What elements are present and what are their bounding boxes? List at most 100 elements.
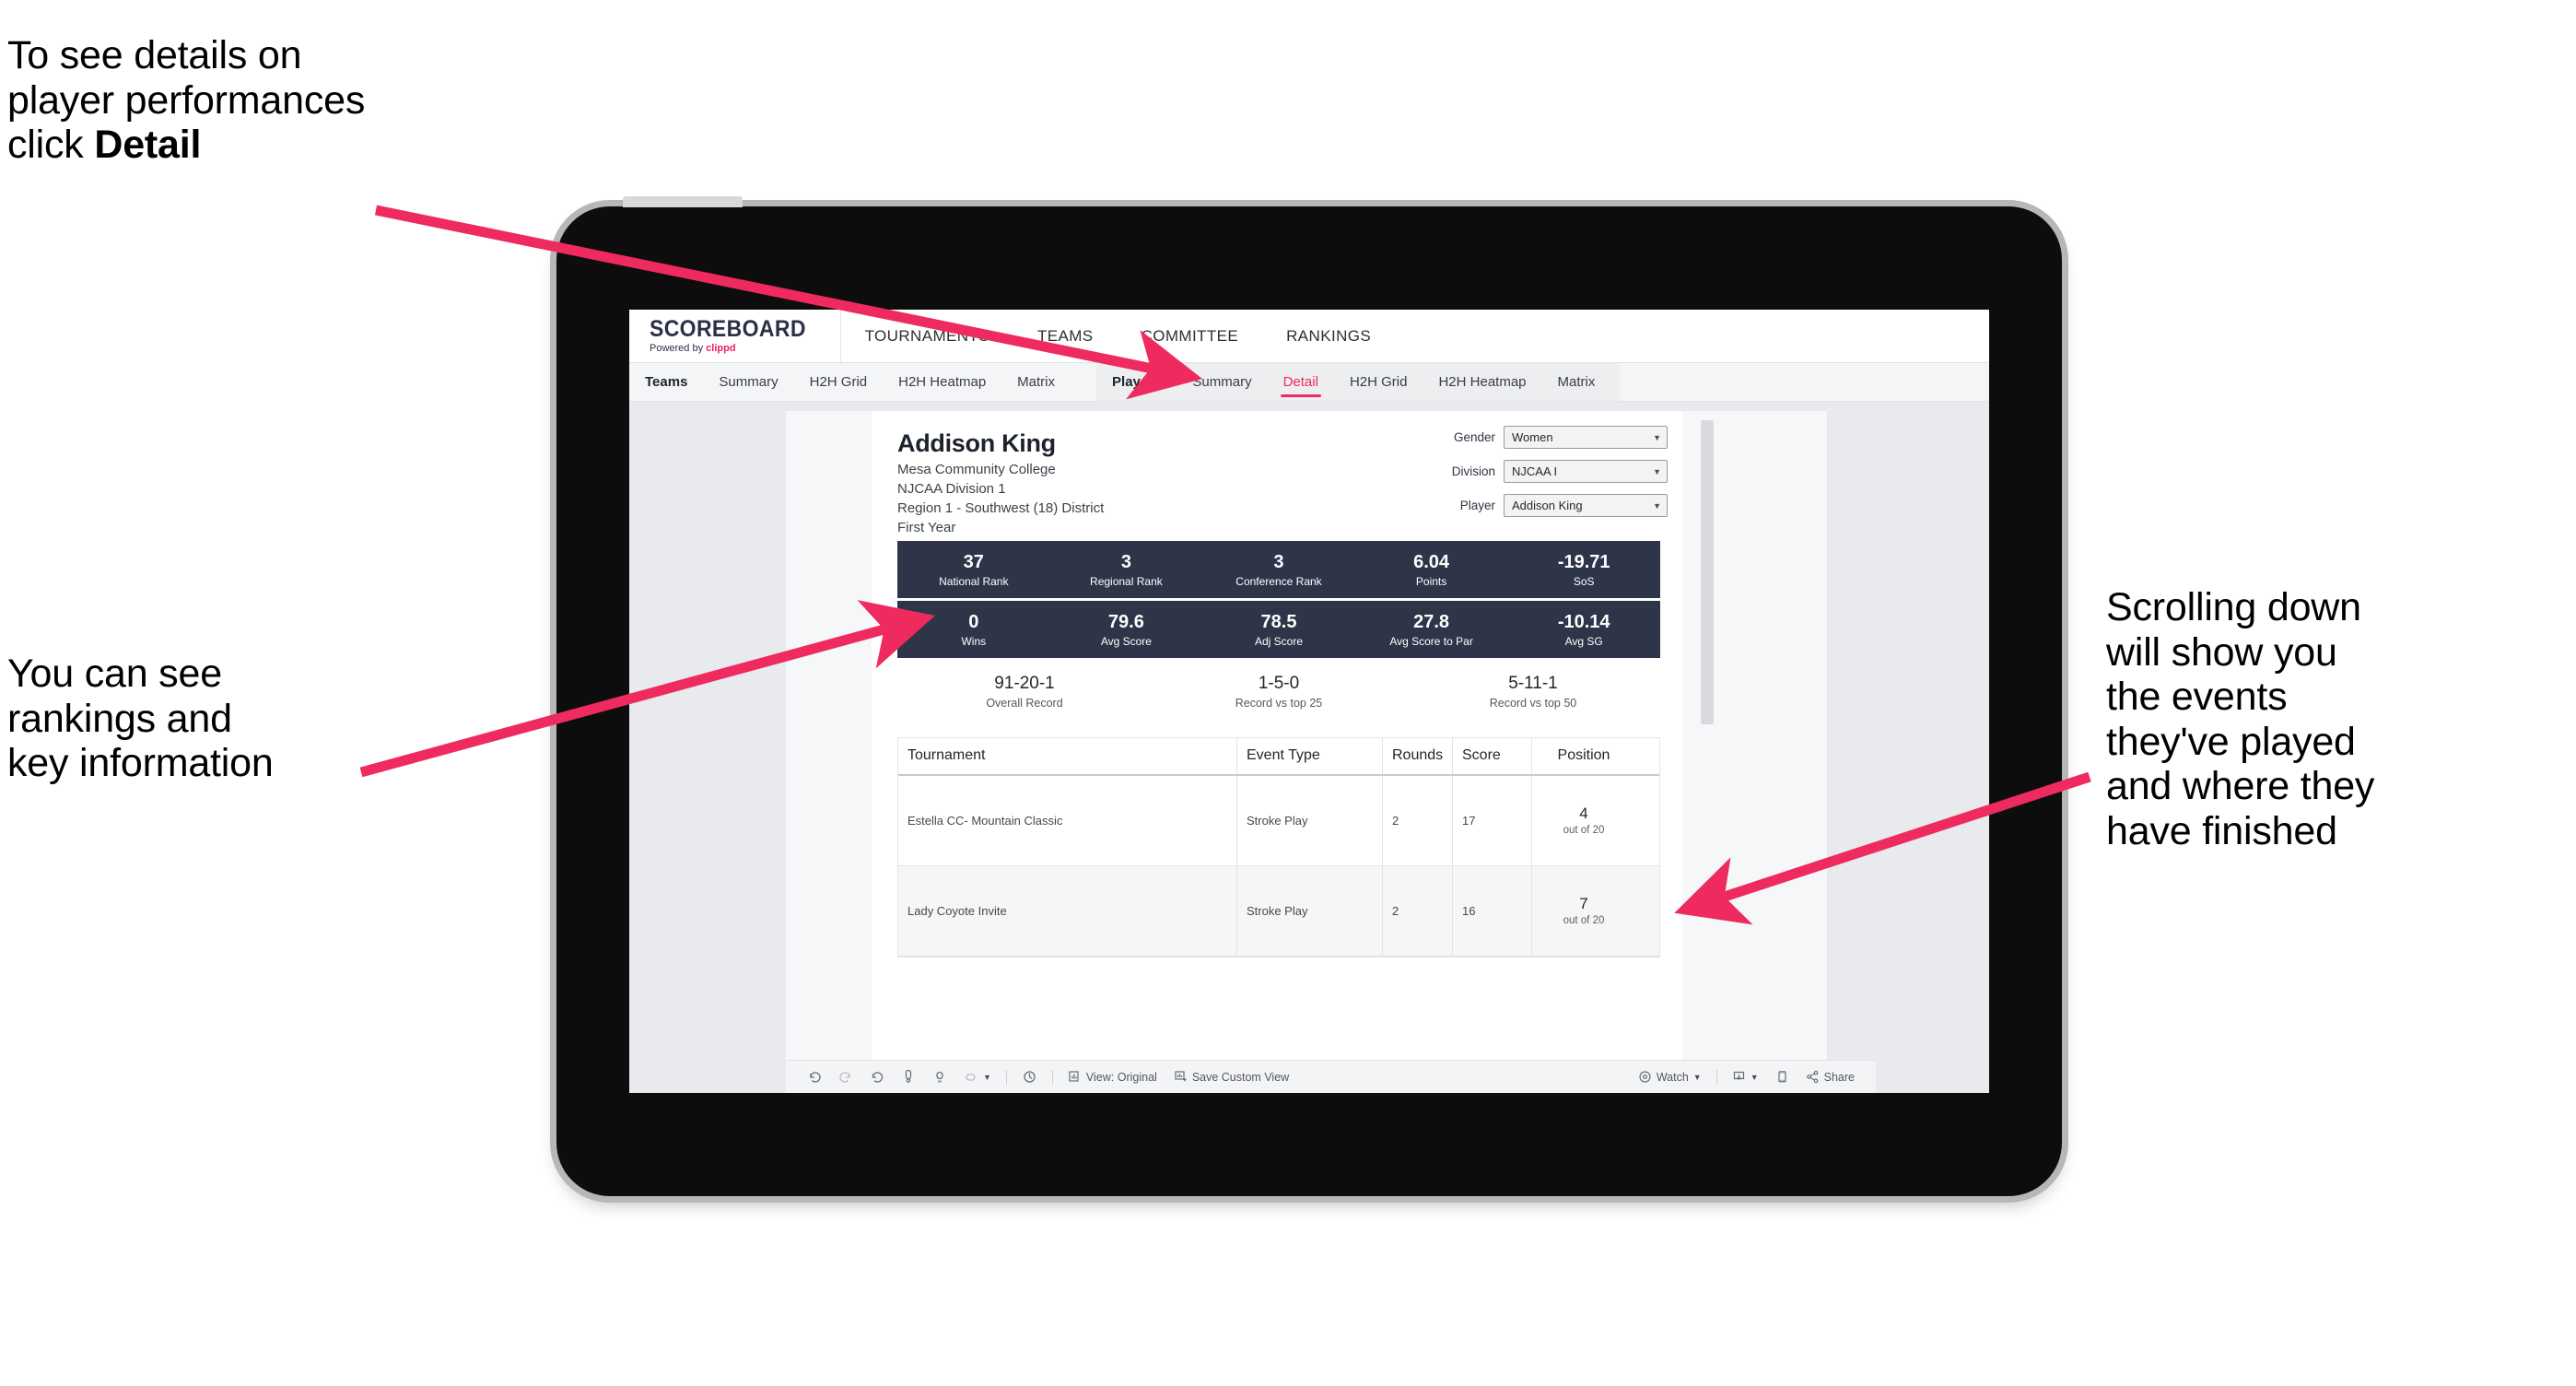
player-detail-card: Addison King Mesa Community College NJCA…: [872, 411, 1682, 1060]
table-row[interactable]: Lady Coyote Invite Stroke Play 2 16 7 ou…: [898, 865, 1659, 957]
stat-sos: -19.71 SoS: [1507, 552, 1660, 588]
stat-national-rank: 37 National Rank: [897, 552, 1050, 588]
cell-tournament: Estella CC- Mountain Classic: [898, 775, 1237, 865]
cell-event-type: Stroke Play: [1237, 865, 1383, 956]
stat-label: Conference Rank: [1235, 574, 1322, 588]
column-header-rounds[interactable]: Rounds: [1383, 737, 1453, 774]
topnav-item-committee[interactable]: COMMITTEE: [1118, 310, 1263, 362]
workbook-toolbar: ▼ View: Original Save Custom View Watch …: [786, 1060, 1876, 1093]
share-button[interactable]: Share: [1797, 1070, 1863, 1084]
events-table: Tournament Event Type Rounds Score Posit…: [897, 736, 1660, 957]
brand-logo[interactable]: SCOREBOARD Powered by clippd: [629, 310, 841, 362]
table-row[interactable]: Estella CC- Mountain Classic Stroke Play…: [898, 775, 1659, 866]
stat-label: Avg Score: [1100, 634, 1152, 648]
pause-auto-update-button[interactable]: [924, 1070, 955, 1085]
stat-value: 78.5: [1260, 611, 1297, 632]
tablet-screen: SCOREBOARD Powered by clippd TOURNAMENTS…: [629, 310, 1989, 1093]
stat-value: 3: [1273, 551, 1284, 572]
stat-avg-score: 79.6 Avg Score: [1050, 612, 1203, 648]
tab-players-h2h-heatmap[interactable]: H2H Heatmap: [1423, 363, 1541, 401]
tab-teams-h2h-heatmap[interactable]: H2H Heatmap: [883, 363, 1001, 401]
revert-button[interactable]: [861, 1070, 893, 1085]
selector-gender-value: Women: [1512, 430, 1553, 444]
chevron-down-icon: ▼: [1653, 432, 1661, 442]
save-custom-view-button[interactable]: Save Custom View: [1165, 1070, 1297, 1084]
download-button[interactable]: ▼: [1724, 1070, 1767, 1084]
zoom-dropdown-button[interactable]: ▼: [955, 1070, 1000, 1085]
cell-score: 17: [1453, 775, 1532, 865]
refresh-data-button[interactable]: [893, 1069, 924, 1085]
annotation-detail-bold: Detail: [94, 123, 202, 168]
record-label: Record vs top 50: [1489, 696, 1577, 710]
topnav-item-rankings[interactable]: RANKINGS: [1262, 310, 1395, 362]
column-header-tournament[interactable]: Tournament: [898, 737, 1237, 774]
dashboard-sheet: Addison King Mesa Community College NJCA…: [786, 411, 1827, 1093]
stat-value: -10.14: [1557, 611, 1610, 632]
position-suffix: out of 20: [1563, 915, 1605, 927]
topnav-item-tournaments[interactable]: TOURNAMENTS: [841, 310, 1013, 362]
stat-label: Wins: [961, 634, 987, 648]
column-header-score[interactable]: Score: [1453, 737, 1532, 774]
tab-teams-h2h-grid[interactable]: H2H Grid: [794, 363, 884, 401]
tab-group-label-players: Players: [1112, 374, 1162, 390]
players-tab-group: Players Summary Detail H2H Grid H2H Heat…: [1096, 363, 1621, 401]
record-vs-top-50: 5-11-1 Record vs top 50: [1406, 674, 1660, 710]
column-header-event-type[interactable]: Event Type: [1237, 737, 1383, 774]
share-label: Share: [1823, 1070, 1855, 1084]
tab-players-detail[interactable]: Detail: [1268, 363, 1334, 401]
brand-powered-by: Powered by clippd: [650, 344, 820, 354]
tab-teams-matrix[interactable]: Matrix: [1001, 363, 1071, 401]
stat-value: 6.04: [1413, 551, 1450, 572]
brand-title: SCOREBOARD: [650, 316, 806, 342]
chevron-down-icon: ▼: [983, 1072, 991, 1082]
tab-teams-summary[interactable]: Summary: [703, 363, 793, 401]
tab-players-summary[interactable]: Summary: [1177, 363, 1267, 401]
pause-timer-button[interactable]: [1013, 1069, 1046, 1085]
cell-position: 7 out of 20: [1532, 866, 1635, 956]
record-vs-top-25: 1-5-0 Record vs top 25: [1152, 674, 1406, 710]
column-header-position[interactable]: Position: [1532, 738, 1635, 774]
stat-value: 79.6: [1107, 611, 1144, 632]
stat-adj-score: 78.5 Adj Score: [1202, 612, 1355, 648]
stat-label: Avg Score to Par: [1389, 634, 1473, 648]
cell-event-type: Stroke Play: [1237, 775, 1383, 865]
record-label: Overall Record: [986, 696, 1063, 710]
tablet-device-frame: SCOREBOARD Powered by clippd TOURNAMENTS…: [556, 196, 2062, 1196]
stat-label: SoS: [1573, 574, 1595, 588]
redo-button[interactable]: [830, 1070, 861, 1085]
stats-band-scoring: 0 Wins 79.6 Avg Score 78.5 Adj Score 27.…: [897, 601, 1660, 658]
stat-conference-rank: 3 Conference Rank: [1202, 552, 1355, 588]
tablet-top-antenna-strip: [623, 196, 743, 207]
stat-value: 27.8: [1413, 611, 1450, 632]
stat-value: -19.71: [1557, 551, 1610, 572]
vertical-scrollbar[interactable]: [1701, 420, 1714, 724]
records-row: 91-20-1 Overall Record 1-5-0 Record vs t…: [897, 674, 1660, 710]
stat-value: 0: [968, 611, 979, 632]
selector-player: Player Addison King ▼: [1382, 494, 1668, 517]
tab-players-matrix[interactable]: Matrix: [1542, 363, 1611, 401]
annotation-rankings: You can see rankings and key information: [7, 652, 274, 786]
tab-group-label-teams: Teams: [645, 374, 688, 390]
save-custom-view-label: Save Custom View: [1191, 1070, 1290, 1084]
selector-player-value: Addison King: [1512, 499, 1583, 512]
watch-button[interactable]: Watch ▼: [1630, 1070, 1710, 1084]
selector-gender-dropdown[interactable]: Women ▼: [1504, 426, 1668, 449]
record-overall: 91-20-1 Overall Record: [897, 674, 1152, 710]
annotation-scrolling: Scrolling down will show you the events …: [2106, 585, 2375, 853]
powered-by-text: Powered by: [650, 343, 707, 354]
topnav-item-teams[interactable]: TEAMS: [1013, 310, 1118, 362]
stats-band-rankings: 37 National Rank 3 Regional Rank 3 Confe…: [897, 541, 1660, 598]
device-preview-button[interactable]: [1767, 1070, 1797, 1084]
stat-label: National Rank: [939, 574, 1009, 588]
record-value: 91-20-1: [994, 674, 1055, 693]
selector-player-dropdown[interactable]: Addison King ▼: [1504, 494, 1668, 517]
stat-value: 3: [1120, 551, 1131, 572]
watch-label: Watch: [1656, 1070, 1689, 1084]
undo-button[interactable]: [799, 1070, 830, 1085]
chevron-down-icon: ▼: [1750, 1072, 1759, 1082]
selector-division-dropdown[interactable]: NJCAA I ▼: [1504, 460, 1668, 483]
view-original-button[interactable]: View: Original: [1060, 1070, 1165, 1084]
cell-tournament: Lady Coyote Invite: [898, 865, 1237, 956]
tab-players-h2h-grid[interactable]: H2H Grid: [1334, 363, 1423, 401]
chevron-down-icon: ▼: [1692, 1072, 1702, 1082]
